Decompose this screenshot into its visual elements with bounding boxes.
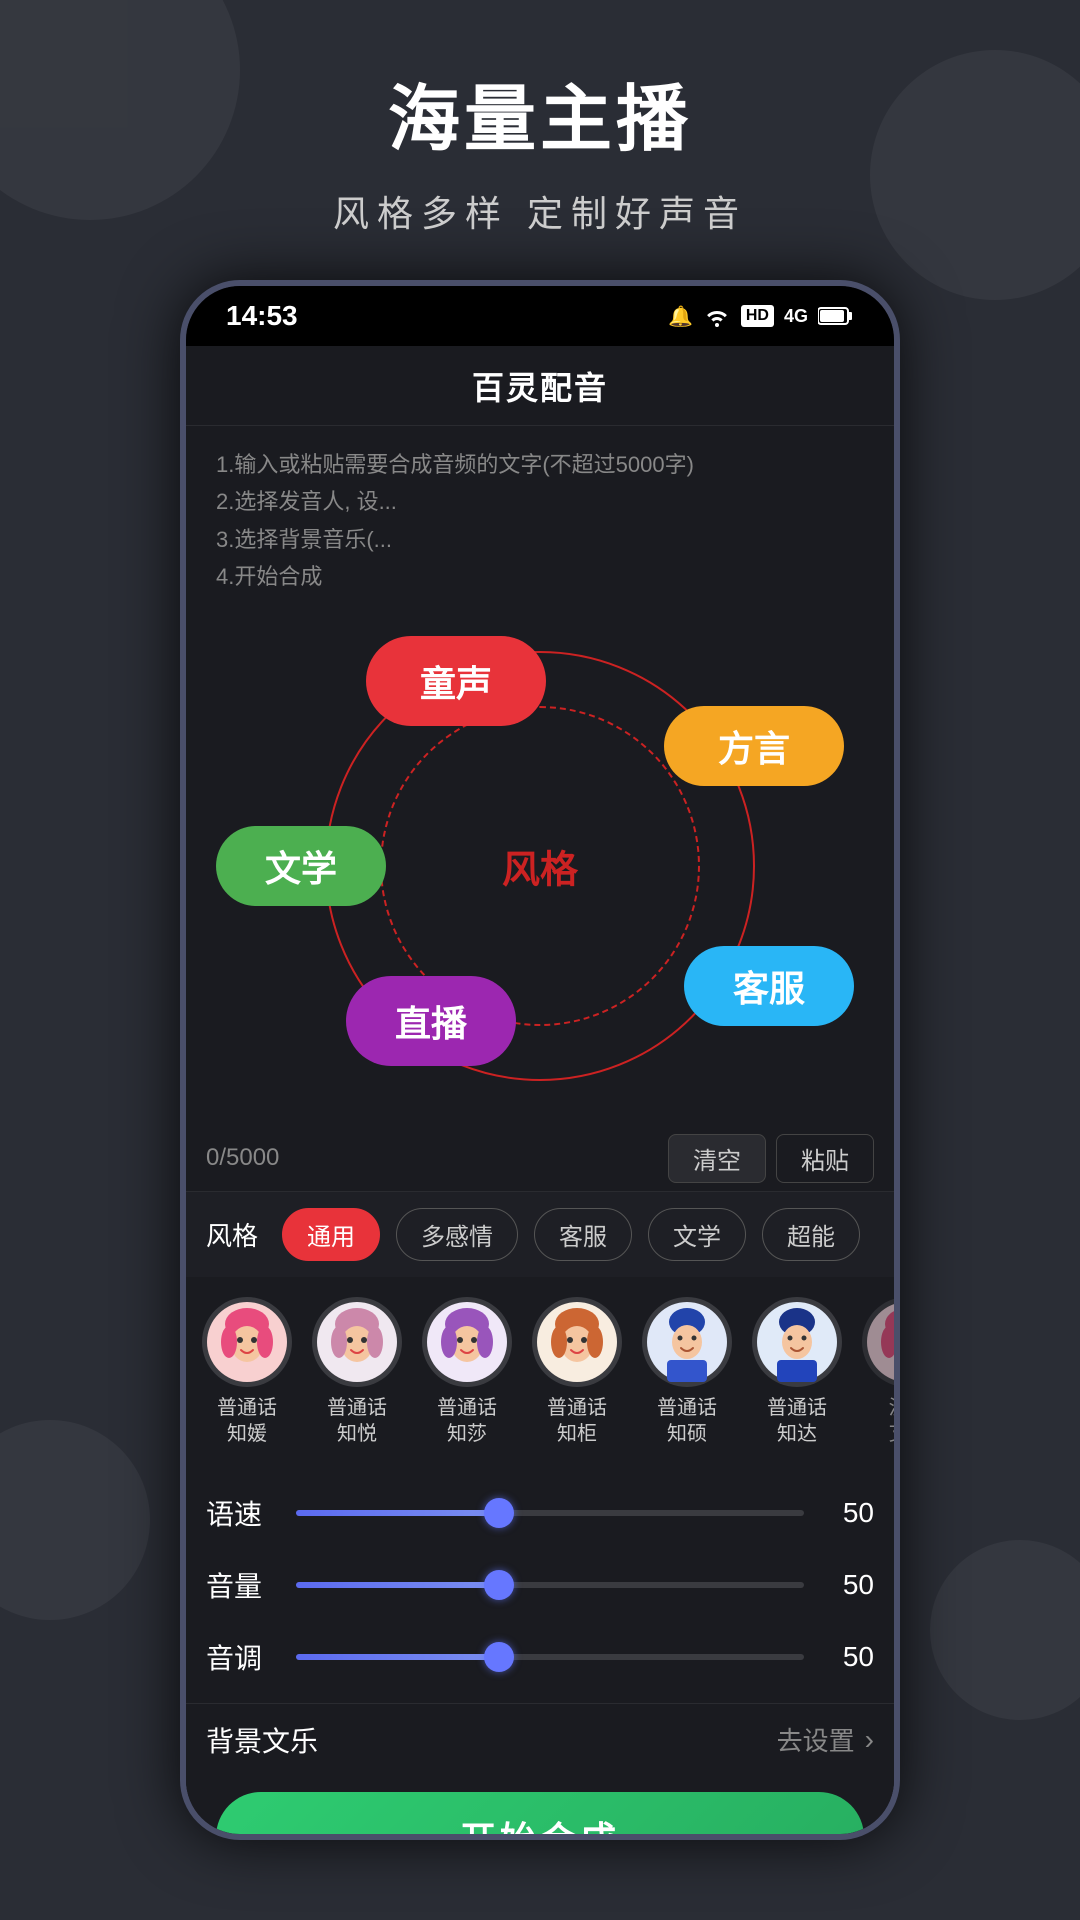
voice-label-6: 普通话知达 [767, 1395, 827, 1447]
avatar-circle-2 [312, 1297, 402, 1387]
app-titlebar: 百灵配音 [186, 346, 894, 426]
filter-tag-wenxue[interactable]: 文学 [648, 1208, 746, 1261]
slider-section: 语速 50 音量 50 音调 [186, 1467, 894, 1703]
avatar-circle-1 [202, 1297, 292, 1387]
battery-icon [818, 306, 854, 326]
start-btn-text: 开始合成 [460, 1811, 620, 1840]
voice-label-5: 普通话知硕 [657, 1395, 717, 1447]
volume-fill [296, 1582, 499, 1588]
voice-avatar-zhiyuan[interactable]: 普通话知媛 [202, 1297, 292, 1447]
bubble-wenxue[interactable]: 文学 [216, 826, 386, 906]
voice-label-3: 普通话知莎 [437, 1395, 497, 1447]
char-count: 0/5000 [206, 1144, 279, 1172]
speed-value: 50 [824, 1497, 874, 1529]
voice-avatar-wenai[interactable]: 温...艾... [862, 1297, 894, 1447]
wifi-icon [703, 305, 731, 327]
voice-avatar-zhigui[interactable]: 普通话知柜 [532, 1297, 622, 1447]
style-wheel: 风格 童声 方言 文学 直播 客服 [186, 606, 894, 1126]
voice-avatar-zhisha[interactable]: 普通话知莎 [422, 1297, 512, 1447]
bubble-kefu[interactable]: 客服 [684, 946, 854, 1026]
chevron-right-icon: › [865, 1724, 874, 1756]
vibrate-icon: 🔔 [668, 304, 693, 329]
speed-label: 语速 [206, 1493, 276, 1533]
4g-icon: 4G [784, 306, 808, 327]
instruction-line3: 3.选择背景音乐(... [216, 521, 864, 558]
instructions-area: 1.输入或粘贴需要合成音频的文字(不超过5000字) 2.选择发音人, 设...… [186, 426, 894, 606]
style-filter-row: 风格 通用 多感情 客服 文学 超能 [206, 1208, 874, 1261]
speed-thumb[interactable] [484, 1498, 514, 1528]
filter-tag-kefu[interactable]: 客服 [534, 1208, 632, 1261]
bg-music-row: 背景文乐 去设置 › [186, 1703, 894, 1776]
pitch-slider-row: 音调 50 [206, 1621, 874, 1693]
voice-avatar-zhishuo[interactable]: 普通话知硕 [642, 1297, 732, 1447]
app-content: 1.输入或粘贴需要合成音频的文字(不超过5000字) 2.选择发音人, 设...… [186, 426, 894, 1840]
voice-avatars-row: 普通话知媛 普通话知悦 [186, 1277, 894, 1467]
style-filter-section: 风格 通用 多感情 客服 文学 超能 [186, 1191, 894, 1277]
voice-label-1: 普通话知媛 [217, 1395, 277, 1447]
speed-track[interactable] [296, 1510, 804, 1516]
app-title: 百灵配音 [472, 363, 608, 409]
volume-track[interactable] [296, 1582, 804, 1588]
bg-music-action[interactable]: 去设置 [777, 1721, 855, 1758]
avatar-circle-4 [532, 1297, 622, 1387]
avatar-circle-7 [862, 1297, 894, 1387]
speed-slider-row: 语速 50 [206, 1477, 874, 1549]
avatar-circle-6 [752, 1297, 842, 1387]
volume-slider-row: 音量 50 [206, 1549, 874, 1621]
pitch-label: 音调 [206, 1637, 276, 1677]
start-synthesis-btn[interactable]: 开始合成 [216, 1792, 864, 1840]
hd-badge: HD [741, 305, 774, 327]
clear-btn[interactable]: 清空 [668, 1134, 766, 1183]
filter-tag-duoganqing[interactable]: 多感情 [396, 1208, 518, 1261]
sub-title: 风格多样 定制好声音 [0, 185, 1080, 237]
speed-fill [296, 1510, 499, 1516]
volume-value: 50 [824, 1569, 874, 1601]
bubble-zhibo[interactable]: 直播 [346, 976, 516, 1066]
main-title: 海量主播 [0, 60, 1080, 165]
bubble-tongsheng[interactable]: 童声 [366, 636, 546, 726]
pitch-track[interactable] [296, 1654, 804, 1660]
text-area-bottom: 0/5000 清空 粘贴 [186, 1126, 894, 1191]
pitch-value: 50 [824, 1641, 874, 1673]
avatar-circle-5 [642, 1297, 732, 1387]
bg-music-label: 背景文乐 [206, 1720, 318, 1760]
volume-thumb[interactable] [484, 1570, 514, 1600]
filter-tag-chao[interactable]: 超能 [762, 1208, 860, 1261]
instruction-line2: 2.选择发音人, 设... [216, 483, 864, 520]
style-filter-label: 风格 [206, 1216, 258, 1253]
status-time: 14:53 [226, 300, 298, 332]
volume-label: 音量 [206, 1565, 276, 1605]
action-buttons: 清空 粘贴 [668, 1134, 874, 1183]
bubble-fangyan[interactable]: 方言 [664, 706, 844, 786]
status-bar: 14:53 🔔 HD 4G [186, 286, 894, 346]
bg-music-right: 去设置 › [777, 1721, 874, 1758]
style-center-label: 风格 [502, 838, 578, 893]
pitch-fill [296, 1654, 499, 1660]
voice-avatar-zhiyue[interactable]: 普通话知悦 [312, 1297, 402, 1447]
phone-frame: 14:53 🔔 HD 4G 百灵配音 1.输入或粘贴需要合成音 [180, 280, 900, 1840]
voice-label-4: 普通话知柜 [547, 1395, 607, 1447]
voice-label-7: 温...艾... [889, 1395, 894, 1447]
instruction-line1: 1.输入或粘贴需要合成音频的文字(不超过5000字) [216, 446, 864, 483]
voice-avatar-zhida[interactable]: 普通话知达 [752, 1297, 842, 1447]
pitch-thumb[interactable] [484, 1642, 514, 1672]
header-section: 海量主播 风格多样 定制好声音 [0, 0, 1080, 237]
instruction-line4: 4.开始合成 [216, 558, 864, 595]
paste-btn[interactable]: 粘贴 [776, 1134, 874, 1183]
start-btn-area: 开始合成 [186, 1776, 894, 1840]
avatar-circle-3 [422, 1297, 512, 1387]
voice-label-2: 普通话知悦 [327, 1395, 387, 1447]
status-icons: 🔔 HD 4G [668, 304, 854, 329]
filter-tag-tongyong[interactable]: 通用 [282, 1208, 380, 1261]
